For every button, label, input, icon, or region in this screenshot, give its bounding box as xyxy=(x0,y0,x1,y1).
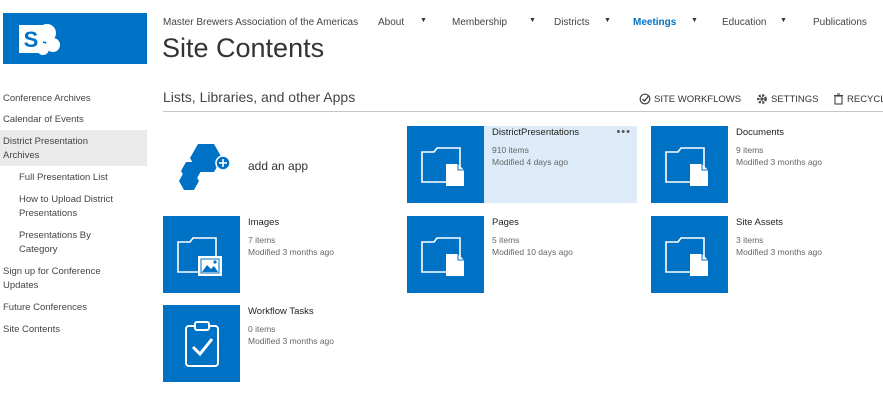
picture-library-icon xyxy=(176,236,222,276)
meetings-caret-icon[interactable]: ▼ xyxy=(691,17,698,24)
tile-name[interactable]: Site Assets xyxy=(736,217,881,228)
nav-item-meetings[interactable]: Meetings xyxy=(633,17,676,28)
document-library-icon xyxy=(664,146,708,186)
nav-item-districts[interactable]: Districts xyxy=(554,17,590,28)
membership-caret-icon[interactable]: ▼ xyxy=(529,17,536,24)
recycle-bin-button[interactable]: RECYCL xyxy=(833,93,883,105)
tile-info: Site Assets 3 items Modified 3 months ag… xyxy=(736,217,881,258)
leftnav-item-conference-archives[interactable]: Conference Archives xyxy=(3,92,91,106)
tile-images[interactable]: Images 7 items Modified 3 months ago xyxy=(163,216,393,293)
tile-info: Images 7 items Modified 3 months ago xyxy=(248,217,393,258)
tile-workflow-tasks[interactable]: Workflow Tasks 0 items Modified 3 months… xyxy=(163,305,393,382)
tile-item-count: 7 items xyxy=(248,235,276,245)
tile-item-count: 3 items xyxy=(736,235,764,245)
settings-label: SETTINGS xyxy=(771,93,819,105)
tile-districtpresentations[interactable]: DistrictPresentations 910 items Modified… xyxy=(407,126,637,203)
tile-modified: Modified 3 months ago xyxy=(248,247,334,257)
site-workflows-button[interactable]: SITE WORKFLOWS xyxy=(639,93,741,105)
leftnav-item-calendar-of-events[interactable]: Calendar of Events xyxy=(3,113,84,127)
tile-item-count: 9 items xyxy=(736,145,764,155)
tile-info: Pages 5 items Modified 10 days ago xyxy=(492,217,637,258)
tile-thumbnail[interactable] xyxy=(407,216,484,293)
nav-item-publications[interactable]: Publications xyxy=(813,17,867,28)
tile-name[interactable]: Pages xyxy=(492,217,637,228)
tile-thumbnail[interactable] xyxy=(651,216,728,293)
tile-item-count: 5 items xyxy=(492,235,520,245)
task-list-icon xyxy=(184,320,219,367)
add-app-icon xyxy=(179,144,231,190)
workflow-check-icon xyxy=(639,93,651,105)
leftnav-item-site-contents[interactable]: Site Contents xyxy=(3,323,60,337)
more-options-icon[interactable]: ••• xyxy=(616,126,631,138)
nav-item-education[interactable]: Education xyxy=(722,17,766,28)
education-caret-icon[interactable]: ▼ xyxy=(780,17,787,24)
leftnav-item-how-to-upload[interactable]: How to Upload District Presentations xyxy=(19,193,129,221)
leftnav-item-future-conferences[interactable]: Future Conferences xyxy=(3,301,87,315)
tile-modified: Modified 4 days ago xyxy=(492,157,569,167)
tile-modified: Modified 3 months ago xyxy=(248,336,334,346)
tile-pages[interactable]: Pages 5 items Modified 10 days ago xyxy=(407,216,637,293)
tile-name[interactable]: Documents xyxy=(736,127,881,138)
tile-modified: Modified 10 days ago xyxy=(492,247,573,257)
top-navigation: Master Brewers Association of the Americ… xyxy=(163,17,883,31)
tile-thumbnail[interactable] xyxy=(163,216,240,293)
site-name-link[interactable]: Master Brewers Association of the Americ… xyxy=(163,17,358,28)
section-title: Lists, Libraries, and other Apps xyxy=(163,89,356,105)
leftnav-item-sign-up-conference-updates[interactable]: Sign up for Conference Updates xyxy=(3,265,118,293)
leftnav-item-district-presentation-archives[interactable]: District Presentation Archives xyxy=(3,135,123,163)
document-library-icon xyxy=(420,146,464,186)
tile-item-count: 910 items xyxy=(492,145,529,155)
tile-info: Documents 9 items Modified 3 months ago xyxy=(736,127,881,168)
settings-button[interactable]: SETTINGS xyxy=(756,93,819,105)
add-app-label: add an app xyxy=(248,159,309,173)
nav-item-membership[interactable]: Membership xyxy=(452,17,507,28)
tile-modified: Modified 3 months ago xyxy=(736,157,822,167)
site-workflows-label: SITE WORKFLOWS xyxy=(654,93,742,105)
section-header: Lists, Libraries, and other Apps SITE WO… xyxy=(163,88,883,112)
about-caret-icon[interactable]: ▼ xyxy=(420,17,427,24)
tile-name[interactable]: Workflow Tasks xyxy=(248,306,393,317)
sharepoint-logo-icon: S xyxy=(19,23,60,55)
tile-name[interactable]: Images xyxy=(248,217,393,228)
document-library-icon xyxy=(420,236,464,276)
tile-thumbnail[interactable] xyxy=(407,126,484,203)
logo-letter: S xyxy=(24,27,39,52)
page-title: Site Contents xyxy=(162,33,325,63)
tile-name[interactable]: DistrictPresentations xyxy=(492,127,629,138)
add-an-app-tile[interactable]: add an app xyxy=(176,140,376,195)
nav-item-about[interactable]: About xyxy=(378,17,404,28)
tile-modified: Modified 3 months ago xyxy=(736,247,822,257)
districts-caret-icon[interactable]: ▼ xyxy=(604,17,611,24)
recycle-bin-icon xyxy=(833,93,844,105)
tile-item-count: 0 items xyxy=(248,324,276,334)
recycle-bin-label: RECYCL xyxy=(847,93,883,105)
leftnav-item-presentations-by-category[interactable]: Presentations By Category xyxy=(19,229,109,257)
gear-icon xyxy=(756,93,768,105)
tile-site-assets[interactable]: Site Assets 3 items Modified 3 months ag… xyxy=(651,216,881,293)
tile-info: Workflow Tasks 0 items Modified 3 months… xyxy=(248,306,393,347)
tile-thumbnail[interactable] xyxy=(651,126,728,203)
tile-documents[interactable]: Documents 9 items Modified 3 months ago xyxy=(651,126,881,203)
leftnav-item-full-presentation-list[interactable]: Full Presentation List xyxy=(19,171,144,185)
sharepoint-logo[interactable]: S xyxy=(3,13,147,64)
tile-info: DistrictPresentations 910 items Modified… xyxy=(484,126,637,203)
document-library-icon xyxy=(664,236,708,276)
tile-thumbnail[interactable] xyxy=(163,305,240,382)
